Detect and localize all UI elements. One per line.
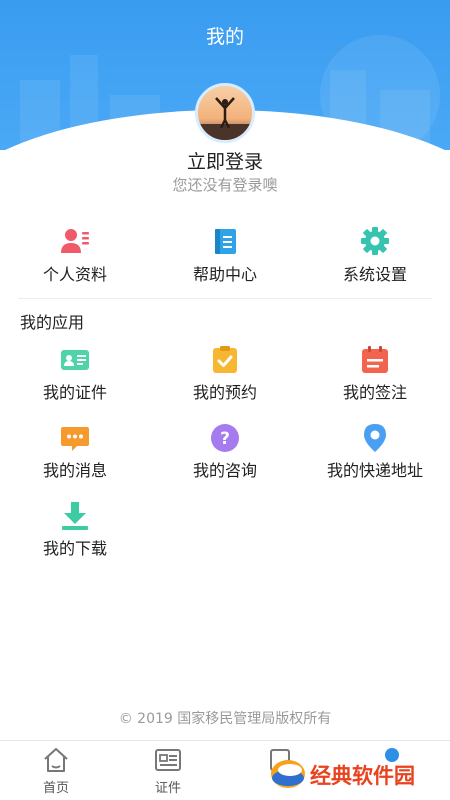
section-title: 我的应用 <box>20 313 85 332</box>
location-pin-icon <box>360 423 390 453</box>
app-label: 我的预约 <box>192 383 257 402</box>
watermark-text: 经典软件园 <box>310 764 415 788</box>
quick-actions: 个人资料 帮助中心 系统设置 <box>0 226 450 286</box>
my-inquiries-button[interactable]: ? 我的咨询 <box>150 423 300 481</box>
chat-bubble-icon <box>60 423 90 453</box>
download-icon <box>60 501 90 531</box>
my-downloads-button[interactable]: 我的下载 <box>0 501 150 559</box>
clipboard-check-icon <box>210 345 240 375</box>
my-messages-button[interactable]: 我的消息 <box>0 423 150 481</box>
watermark: 经典软件园 <box>268 754 448 794</box>
watermark-logo-icon <box>271 760 305 788</box>
id-card-icon <box>60 345 90 375</box>
system-settings-button[interactable]: 系统设置 <box>300 226 450 285</box>
page-title: 我的 <box>205 26 244 48</box>
app-label: 我的下载 <box>42 539 107 558</box>
home-icon <box>42 747 70 773</box>
tab-label: 证件 <box>154 781 181 796</box>
svg-text:?: ? <box>220 429 230 449</box>
personal-info-button[interactable]: 个人资料 <box>0 226 150 285</box>
tab-home[interactable]: 首页 <box>0 747 112 796</box>
quick-action-label: 帮助中心 <box>192 265 257 284</box>
avatar[interactable] <box>195 83 255 143</box>
my-documents-button[interactable]: 我的证件 <box>0 345 150 403</box>
tab-label: 首页 <box>42 781 69 796</box>
my-endorsements-button[interactable]: 我的签注 <box>300 345 450 403</box>
my-delivery-address-button[interactable]: 我的快递地址 <box>300 423 450 481</box>
quick-action-label: 个人资料 <box>42 265 107 284</box>
quick-action-label: 系统设置 <box>342 265 407 284</box>
divider <box>18 298 432 299</box>
help-center-button[interactable]: 帮助中心 <box>150 226 300 285</box>
gear-icon <box>360 226 390 256</box>
app-label: 我的消息 <box>42 461 107 480</box>
question-icon: ? <box>210 423 240 453</box>
tab-documents[interactable]: 证件 <box>112 747 224 796</box>
app-label: 我的证件 <box>42 383 107 402</box>
app-label: 我的快递地址 <box>326 461 423 480</box>
copyright-text: © 2019 国家移民管理局版权所有 <box>118 711 332 727</box>
document-icon <box>154 747 182 773</box>
login-button[interactable]: 立即登录 <box>0 147 450 174</box>
my-appointments-button[interactable]: 我的预约 <box>150 345 300 403</box>
app-label: 我的签注 <box>342 383 407 402</box>
help-book-icon <box>210 226 240 256</box>
app-label: 我的咨询 <box>192 461 257 480</box>
calendar-icon <box>360 345 390 375</box>
profile-card-icon <box>60 226 90 256</box>
login-hint: 您还没有登录噢 <box>172 176 278 194</box>
